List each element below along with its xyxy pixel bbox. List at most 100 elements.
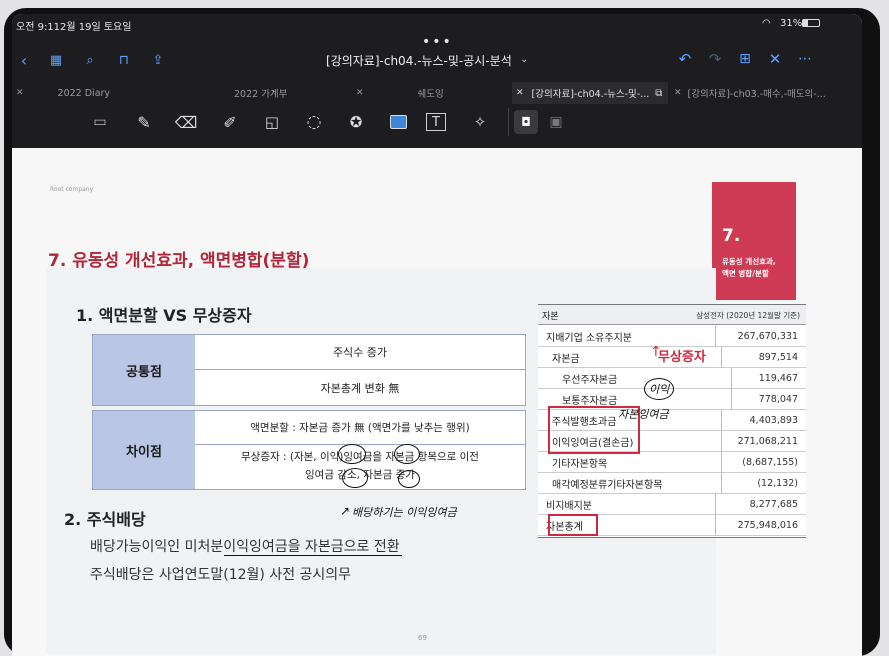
common-item-2: 자본총계 변화 無 <box>320 381 400 395</box>
equity-row-value: 778,047 <box>758 393 798 405</box>
equity-row-value: 267,670,331 <box>737 330 798 342</box>
grid-icon[interactable]: ▦ <box>48 52 64 68</box>
image-icon[interactable] <box>386 110 410 134</box>
split-view-icon[interactable]: ⧉ <box>655 88 662 99</box>
undo-icon[interactable]: ↶ <box>676 50 694 68</box>
common-label: 공통점 <box>93 335 195 405</box>
reader-mode-icon[interactable]: ▭ <box>88 110 112 134</box>
tab-2022-diary[interactable]: ✕ 2022 Diary <box>12 82 184 104</box>
tab-label: [강의자료]-ch03.-매수,-매도의-... <box>687 89 826 100</box>
diff-table: 차이점 액면분할 : 자본금 증가 無 (액면가를 낮추는 행위) 무상증자 :… <box>92 410 526 490</box>
equity-header-left: 자본 <box>542 312 559 322</box>
laser-pointer-icon[interactable]: ✧ <box>468 110 492 134</box>
equity-row-label: 매각예정분류기타자본항목 <box>552 473 722 493</box>
equity-row-value: 897,514 <box>758 351 798 363</box>
status-time: 오전 9:11 <box>16 22 61 33</box>
more-icon[interactable]: ⋯ <box>796 50 814 68</box>
circle-mark-3 <box>342 468 368 488</box>
shape-icon[interactable]: ◱ <box>260 110 284 134</box>
annotation-handwrite-3: 배당하기는 이익잉여금 <box>352 506 457 519</box>
corner-title-2: 액면 병합/분할 <box>722 269 769 278</box>
tab-label: 쉐도잉 <box>417 89 444 100</box>
share-icon[interactable]: ⇪ <box>150 52 166 68</box>
equity-row-label: 비지배지분 <box>546 494 716 514</box>
brand-logo: Root company <box>50 186 94 193</box>
more-dots-icon[interactable]: ••• <box>422 34 453 50</box>
section1-title: 1. 액면분할 VS 무상증자 <box>76 306 252 325</box>
equity-row: 매각예정분류기타자본항목 (12,132) <box>538 473 806 494</box>
search-icon[interactable]: ⌕ <box>82 52 98 68</box>
corner-number: 7. <box>722 226 741 246</box>
equity-header-right: 삼성전자 (2020년 12월말 기준) <box>696 311 800 320</box>
equity-table-header: 자본 삼성전자 (2020년 12월말 기준) <box>538 305 806 325</box>
equity-row-value: 271,068,211 <box>737 435 798 447</box>
add-page-icon[interactable]: ⊞ <box>736 50 754 68</box>
circle-mark-4 <box>398 470 420 488</box>
circle-mark-1 <box>338 444 366 464</box>
screenshot-icon[interactable]: ▣ <box>544 110 568 134</box>
equity-row-value: 275,948,016 <box>737 519 798 531</box>
annotation-handwrite-1: 자본잉여금 <box>618 408 669 421</box>
highlight-box-2 <box>548 514 598 536</box>
arrow-icon: ↗ <box>340 504 351 518</box>
equity-row: 기타자본항목 (8,687,155) <box>538 452 806 473</box>
underline-mark <box>224 555 402 556</box>
section2-line-1: 배당가능이익인 미처분이익잉여금을 자본금으로 전환 <box>90 539 400 555</box>
page-number: 69 <box>418 634 427 642</box>
arrow-up-icon: ↑ <box>650 344 662 360</box>
equity-row-value: (8,687,155) <box>742 456 798 468</box>
diff-label: 차이점 <box>93 411 195 489</box>
equity-row-value: 119,467 <box>758 372 798 384</box>
tab-label: 2022 Diary <box>57 87 111 99</box>
back-icon[interactable]: ‹ <box>16 51 32 70</box>
annotation-mushang: 무상증자 <box>658 350 706 365</box>
tab-close-icon[interactable]: ✕ <box>516 88 524 98</box>
battery-icon <box>802 19 820 27</box>
equity-row-value: 4,403,893 <box>749 414 798 426</box>
tab-label: 2022 가계부 <box>234 89 288 100</box>
equity-row: 지배기업 소유주지분 267,670,331 <box>538 326 806 347</box>
equity-row-label: 기타자본항목 <box>552 452 722 472</box>
document-page: Root company 7. 유동성 개선효과, 액면병합(분할) 7. 유동… <box>12 148 862 656</box>
section2-line-2: 주식배당은 사업연도말(12월) 사전 공시의무 <box>90 567 352 583</box>
screen: 오전 9:11 2월 19일 토요일 31% ◠ ••• ‹ ▦ ⌕ ⊓ ⇪ [… <box>12 14 862 656</box>
app-toolbar: 오전 9:11 2월 19일 토요일 31% ◠ ••• ‹ ▦ ⌕ ⊓ ⇪ [… <box>12 14 862 148</box>
text-box-icon[interactable]: T <box>426 113 446 131</box>
close-icon[interactable]: ✕ <box>766 50 784 68</box>
annotation-handwrite-2: 이익 <box>644 378 675 400</box>
device-frame: 오전 9:11 2월 19일 토요일 31% ◠ ••• ‹ ▦ ⌕ ⊓ ⇪ [… <box>0 0 889 656</box>
tab-close-icon[interactable]: ✕ <box>356 88 364 98</box>
status-battery: 31% <box>780 18 803 29</box>
document-title[interactable]: [강의자료]-ch04.-뉴스-및-공시-분석 <box>326 52 512 69</box>
pen-icon[interactable]: ✎ <box>132 110 156 134</box>
toolbar-divider <box>508 108 509 136</box>
wifi-icon: ◠ <box>762 18 771 29</box>
equity-row: 비지배지분 8,277,685 <box>538 494 806 515</box>
tab-2022-gagyebu[interactable]: 2022 가계부 <box>184 82 356 104</box>
lasso-icon[interactable]: ◌ <box>302 110 326 134</box>
corner-badge: 7. 유동성 개선효과, 액면 병합/분할 <box>712 182 796 300</box>
camera-icon[interactable]: ◘ <box>514 110 538 134</box>
redo-icon[interactable]: ↷ <box>706 50 724 68</box>
diff-item-1: 액면분할 : 자본금 증가 無 (액면가를 낮추는 행위) <box>195 411 525 445</box>
bookmark-icon[interactable]: ⊓ <box>116 52 132 68</box>
common-table: 공통점 주식수 증가 자본총계 변화 無 <box>92 334 526 406</box>
circle-mark-2 <box>394 444 420 464</box>
tab-bar: ✕ 2022 Diary 2022 가계부 ✕ 쉐도잉 ✕ [강의자료]-ch0… <box>12 82 862 104</box>
tab-shadowing[interactable]: ✕ 쉐도잉 <box>356 82 512 104</box>
tab-close-icon[interactable]: ✕ <box>674 88 682 98</box>
tab-label: [강의자료]-ch04.-뉴스-및-... <box>531 89 650 100</box>
eraser-icon[interactable]: ⌫ <box>174 110 198 134</box>
common-item-1: 주식수 증가 <box>195 335 525 370</box>
equity-row-value: (12,132) <box>757 477 798 489</box>
section2-title: 2. 주식배당 <box>64 510 146 529</box>
equity-row-value: 8,277,685 <box>749 498 798 510</box>
highlighter-icon[interactable]: ✐ <box>218 110 242 134</box>
sticker-icon[interactable]: ✪ <box>344 110 368 134</box>
chevron-down-icon[interactable]: ⌄ <box>520 54 528 65</box>
equity-row-label: 지배기업 소유주지분 <box>546 326 716 346</box>
status-date: 2월 19일 토요일 <box>60 22 132 33</box>
tab-ch04[interactable]: ✕ [강의자료]-ch04.-뉴스-및-... ⧉ <box>512 82 668 104</box>
tab-close-icon[interactable]: ✕ <box>16 88 24 98</box>
tab-ch03[interactable]: ✕ [강의자료]-ch03.-매수,-매도의-... <box>668 82 858 104</box>
